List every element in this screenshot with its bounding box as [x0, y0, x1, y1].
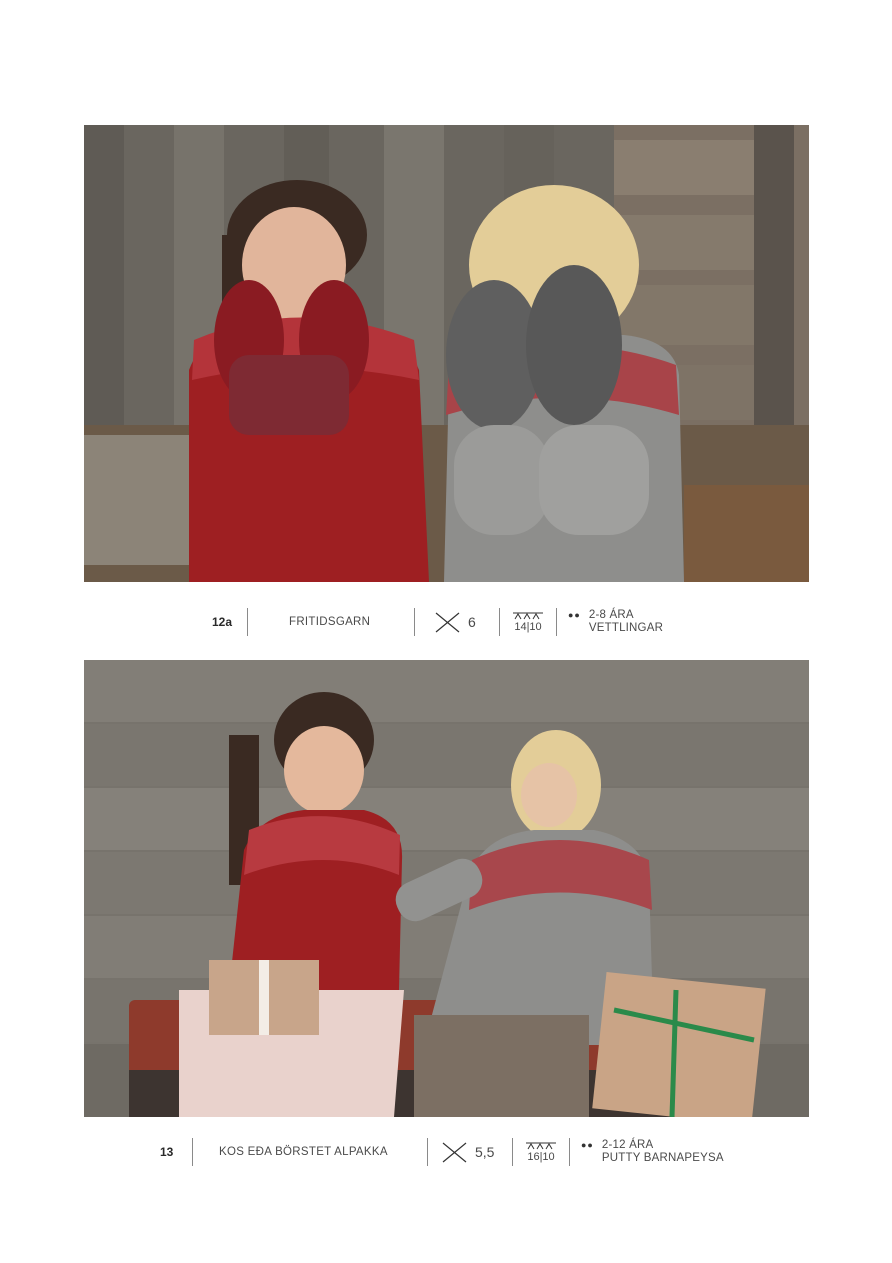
- size-dots-icon: ●●: [568, 610, 581, 620]
- crossed-needles-icon: [435, 612, 460, 632]
- needle-size-group: 6: [435, 602, 476, 642]
- gauge-value: 16|10: [527, 1150, 555, 1163]
- needle-size: 6: [468, 614, 476, 630]
- crossed-needles-icon: [442, 1142, 467, 1162]
- divider: [427, 1138, 428, 1166]
- divider: [556, 608, 557, 636]
- item-name: PUTTY BARNAPEYSA: [601, 1152, 724, 1164]
- yarn-name: KOS EÐA BÖRSTET ALPAKKA: [219, 1146, 388, 1158]
- knit-gauge-icon: [513, 612, 543, 619]
- divider: [247, 608, 248, 636]
- divider: [499, 608, 500, 636]
- gauge-group: 14|10: [511, 602, 545, 642]
- knit-gauge-icon: [526, 1142, 556, 1149]
- divider: [192, 1138, 193, 1166]
- pattern-info-13: 13 KOS EÐA BÖRSTET ALPAKKA 5,5 16|10 ●● …: [0, 1132, 892, 1172]
- size-group: ●● 2-8 ÁRA VETTLINGAR: [568, 602, 663, 642]
- pattern-code: 13: [160, 1145, 174, 1159]
- size-range: 2-12 ÁRA: [601, 1139, 654, 1151]
- size-group: ●● 2-12 ÁRA PUTTY BARNAPEYSA: [581, 1132, 724, 1172]
- photo-children-bench: [84, 660, 809, 1117]
- size-dots-icon: ●●: [581, 1140, 594, 1150]
- needle-size-group: 5,5: [442, 1132, 494, 1172]
- gauge-value: 14|10: [514, 620, 542, 633]
- yarn-name: FRITIDSGARN: [289, 616, 371, 628]
- needle-size: 5,5: [475, 1144, 495, 1160]
- divider: [414, 608, 415, 636]
- size-range: 2-8 ÁRA: [588, 609, 634, 621]
- pattern-info-12a: 12a FRITIDSGARN 6 14|10 ●● 2-8 ÁRA VETTL…: [0, 602, 892, 642]
- divider: [569, 1138, 570, 1166]
- pattern-code: 12a: [212, 615, 233, 629]
- item-name: VETTLINGAR: [588, 622, 664, 634]
- photo-children-mittens: [84, 125, 809, 582]
- gauge-group: 16|10: [524, 1132, 558, 1172]
- divider: [512, 1138, 513, 1166]
